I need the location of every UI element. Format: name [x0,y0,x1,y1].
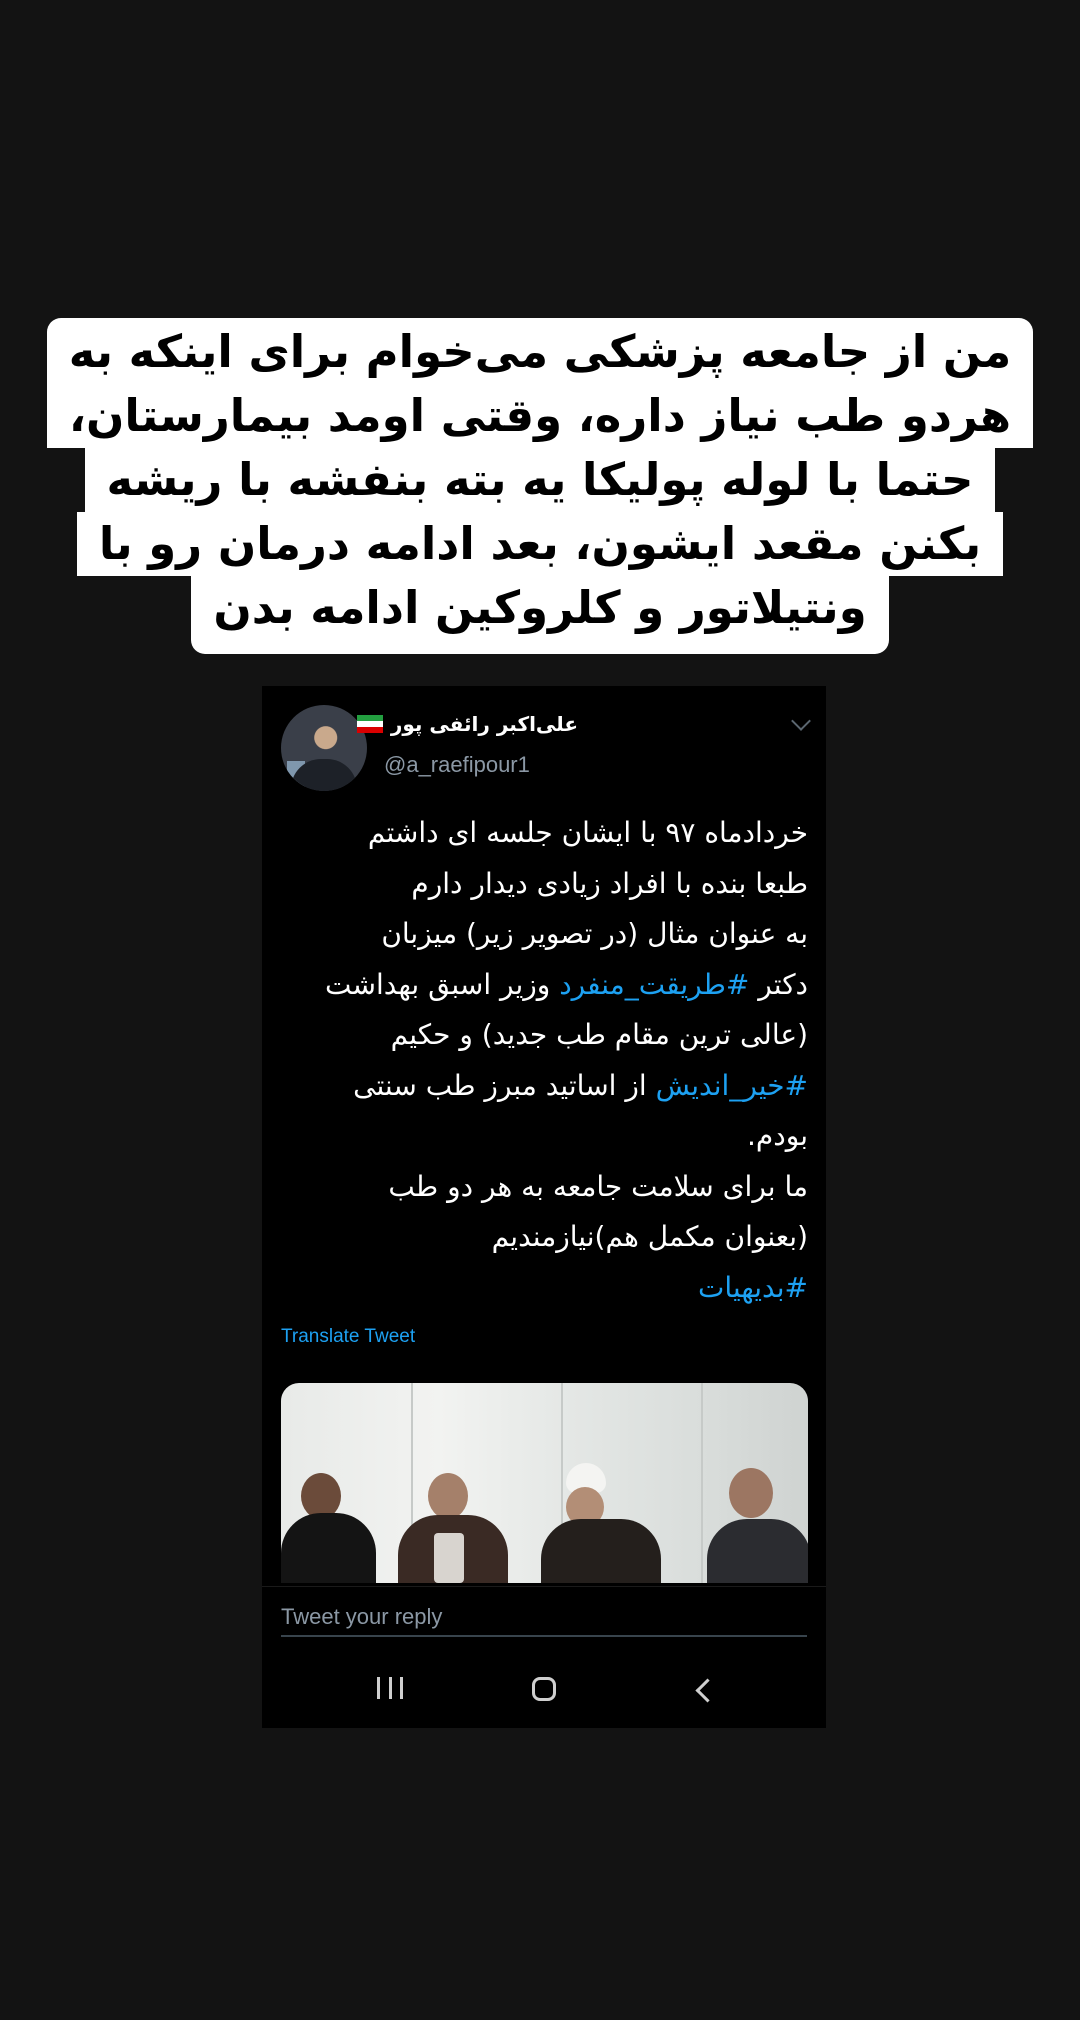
person-figure [386,1473,526,1583]
tweet-line: خردادماه ۹۷ با ایشان جلسه ای داشتم [367,816,808,849]
caption-line: ونتیلاتور و کلروکین ادامه بدن [191,576,889,654]
tweet-line: #بدیهیات [288,1263,808,1314]
recents-icon[interactable] [375,1674,405,1704]
tweet-line: (بعنوان مکمل هم)نیازمندیم [491,1220,808,1253]
tweet-text-fragment: وزیر اسبق بهداشت [325,967,560,1001]
phone-screenshot: علی‌اکبر رائفی پور @a_raefipour1 خردادما… [262,686,826,1728]
meme-caption: من از جامعه پزشکی می‌خوام برای اینکه به … [0,318,1080,654]
tweet-line: ما برای سلامت جامعه به هر دو طب [388,1169,808,1203]
user-name[interactable]: علی‌اکبر رائفی پور [356,712,578,736]
tweet-line: به عنوان مثال (در تصویر زیر) میزبان [381,917,808,950]
iran-flag-icon [356,715,383,733]
back-icon[interactable] [689,1674,720,1704]
hashtag-link[interactable]: #بدیهیات [698,1271,808,1304]
person-figure [701,1468,808,1583]
caption-line: من از جامعه پزشکی می‌خوام برای اینکه به [46,318,1034,384]
avatar[interactable] [281,705,367,791]
home-icon[interactable] [529,1674,559,1704]
tweet-line: (عالی ترین مقام طب جدید) و حکیم [390,1018,808,1051]
caption-line: حتما با لوله پولیکا یه بته بنفشه با ریشه [84,448,996,512]
hashtag-link[interactable]: #خیر_اندیش [656,1069,808,1102]
tweet-line: بودم. [747,1119,808,1152]
tweet-text-fragment: از اساتید مبرز طب سنتی [353,1068,656,1102]
hashtag-link[interactable]: #طریقت_منفرد [559,968,749,1001]
tweet-line: طبعا بنده با افراد زیادی دیدار دارم [411,866,808,900]
tweet-line: دکتر #طریقت_منفرد وزیر اسبق بهداشت [288,960,808,1011]
tweet-header: علی‌اکبر رائفی پور @a_raefipour1 [262,686,826,806]
tweet-text-fragment: دکتر [749,967,808,1001]
user-name-label: علی‌اکبر رائفی پور [390,712,578,736]
translate-tweet-link[interactable]: Translate Tweet [281,1326,415,1348]
tweet-photo[interactable] [281,1383,808,1583]
chevron-down-icon[interactable] [791,711,811,731]
android-nav-bar [262,1650,826,1728]
user-handle[interactable]: @a_raefipour1 [384,752,530,778]
tweet-line: #خیر_اندیش از اساتید مبرز طب سنتی [288,1061,808,1112]
caption-line: هردو طب نیاز داره، وقتی اومد بیمارستان، [46,384,1034,448]
tweet-text: خردادماه ۹۷ با ایشان جلسه ای داشتم طبعا … [288,808,808,1313]
person-figure [281,1473,391,1583]
caption-line: بکنن مقعد ایشون، بعد ادامه درمان رو با [76,512,1004,576]
reply-bar [262,1586,826,1651]
reply-input[interactable] [281,1599,807,1637]
page: من از جامعه پزشکی می‌خوام برای اینکه به … [0,0,1080,2020]
person-figure [531,1463,671,1583]
